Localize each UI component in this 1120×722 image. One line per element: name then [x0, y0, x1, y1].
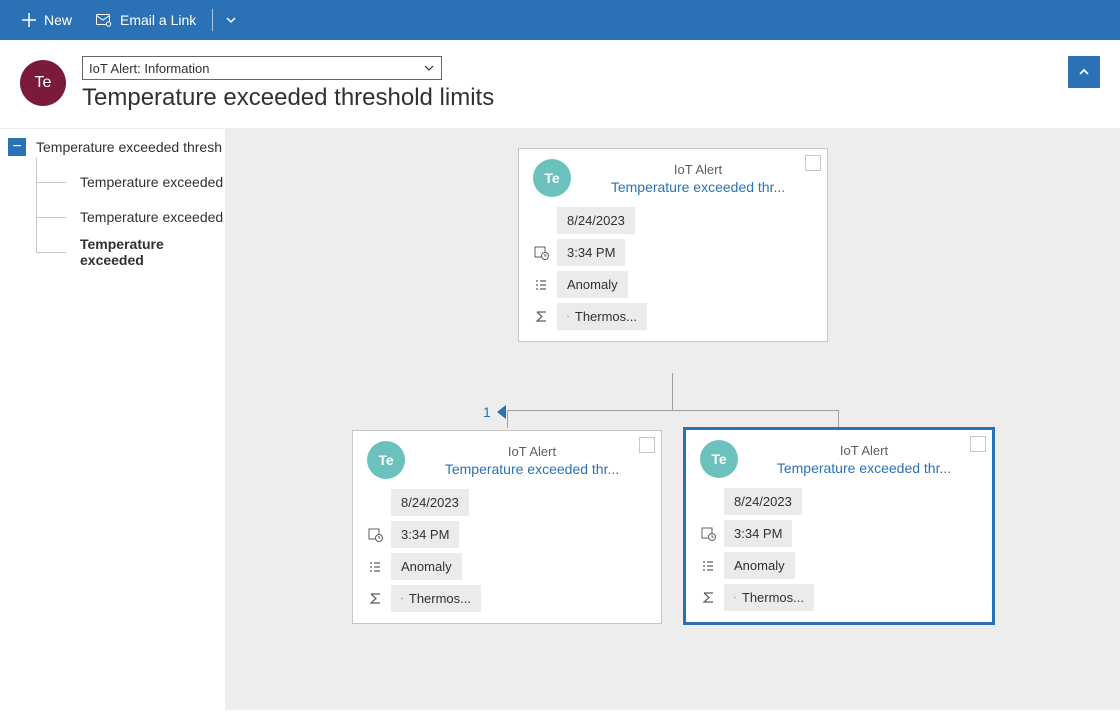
connector-line	[838, 410, 839, 428]
card-status: Anomaly	[391, 553, 462, 580]
card-time: 3:34 PM	[724, 520, 792, 547]
hierarchy-card[interactable]: Te IoT Alert Temperature exceeded thr...…	[518, 148, 828, 342]
card-device-link[interactable]: Thermos...	[557, 303, 647, 330]
card-entity-type: IoT Alert	[583, 162, 813, 177]
record-avatar: Te	[20, 60, 66, 106]
hierarchy-card[interactable]: Te IoT Alert Temperature exceeded thr...…	[684, 428, 994, 624]
list-icon	[533, 277, 549, 293]
command-bar: New Email a Link	[0, 0, 1120, 40]
card-checkbox[interactable]	[970, 436, 986, 452]
email-link-icon	[96, 13, 112, 27]
card-title-link[interactable]: Temperature exceeded thr...	[583, 179, 813, 195]
collapse-header-button[interactable]	[1068, 56, 1100, 88]
hierarchy-tree: − Temperature exceeded thresh Temperatur…	[0, 128, 225, 710]
tree-child-node[interactable]: Temperature exceeded	[28, 234, 225, 269]
child-count-value: 1	[483, 404, 491, 420]
card-status: Anomaly	[724, 552, 795, 579]
email-link-label: Email a Link	[120, 12, 196, 28]
calendar-clock-icon	[367, 527, 383, 543]
expand-left-icon[interactable]	[497, 405, 506, 419]
card-avatar: Te	[367, 441, 405, 479]
sigma-icon	[700, 590, 716, 606]
tree-root-node[interactable]: − Temperature exceeded thresh	[0, 129, 225, 164]
card-avatar: Te	[533, 159, 571, 197]
card-title-link[interactable]: Temperature exceeded thr...	[417, 461, 647, 477]
card-checkbox[interactable]	[639, 437, 655, 453]
calendar-clock-icon	[533, 245, 549, 261]
card-date: 8/24/2023	[724, 488, 802, 515]
ribbon-more-button[interactable]	[217, 0, 245, 40]
list-icon	[700, 558, 716, 574]
form-selector[interactable]: IoT Alert: Information	[82, 56, 442, 80]
card-time: 3:34 PM	[557, 239, 625, 266]
sigma-icon	[533, 309, 549, 325]
form-selector-label: IoT Alert: Information	[89, 61, 209, 76]
card-avatar: Te	[700, 440, 738, 478]
hierarchy-card[interactable]: Te IoT Alert Temperature exceeded thr...…	[352, 430, 662, 624]
card-title-link[interactable]: Temperature exceeded thr...	[750, 460, 978, 476]
sigma-icon	[367, 591, 383, 607]
card-entity-type: IoT Alert	[750, 443, 978, 458]
card-entity-type: IoT Alert	[417, 444, 647, 459]
card-time: 3:34 PM	[391, 521, 459, 548]
ribbon-separator	[212, 9, 213, 31]
tree-child-node[interactable]: Temperature exceeded	[28, 164, 225, 199]
card-device-link[interactable]: Thermos...	[724, 584, 814, 611]
chevron-down-icon	[225, 14, 237, 26]
cube-icon	[734, 591, 736, 604]
hierarchy-canvas[interactable]: 1 Te IoT Alert Temperature exceeded thr.…	[225, 128, 1120, 710]
child-count-badge: 1	[483, 404, 506, 420]
page-title: Temperature exceeded threshold limits	[82, 84, 1052, 112]
calendar-clock-icon	[700, 526, 716, 542]
cube-icon	[401, 592, 403, 605]
card-date: 8/24/2023	[557, 207, 635, 234]
plus-icon	[22, 13, 36, 27]
card-checkbox[interactable]	[805, 155, 821, 171]
connector-line	[507, 410, 838, 411]
new-button-label: New	[44, 12, 72, 28]
record-header: Te IoT Alert: Information Temperature ex…	[0, 40, 1120, 128]
tree-child-node[interactable]: Temperature exceeded	[28, 199, 225, 234]
list-icon	[367, 559, 383, 575]
email-link-button[interactable]: Email a Link	[84, 0, 208, 40]
workspace: − Temperature exceeded thresh Temperatur…	[0, 128, 1120, 710]
new-button[interactable]: New	[10, 0, 84, 40]
cube-icon	[567, 310, 569, 323]
collapse-icon[interactable]: −	[8, 138, 26, 156]
card-date: 8/24/2023	[391, 489, 469, 516]
connector-line	[672, 373, 673, 410]
chevron-up-icon	[1077, 65, 1091, 79]
chevron-down-icon	[423, 62, 435, 74]
card-device-link[interactable]: Thermos...	[391, 585, 481, 612]
tree-root-label: Temperature exceeded thresh	[36, 139, 222, 155]
connector-line	[507, 410, 508, 428]
card-status: Anomaly	[557, 271, 628, 298]
